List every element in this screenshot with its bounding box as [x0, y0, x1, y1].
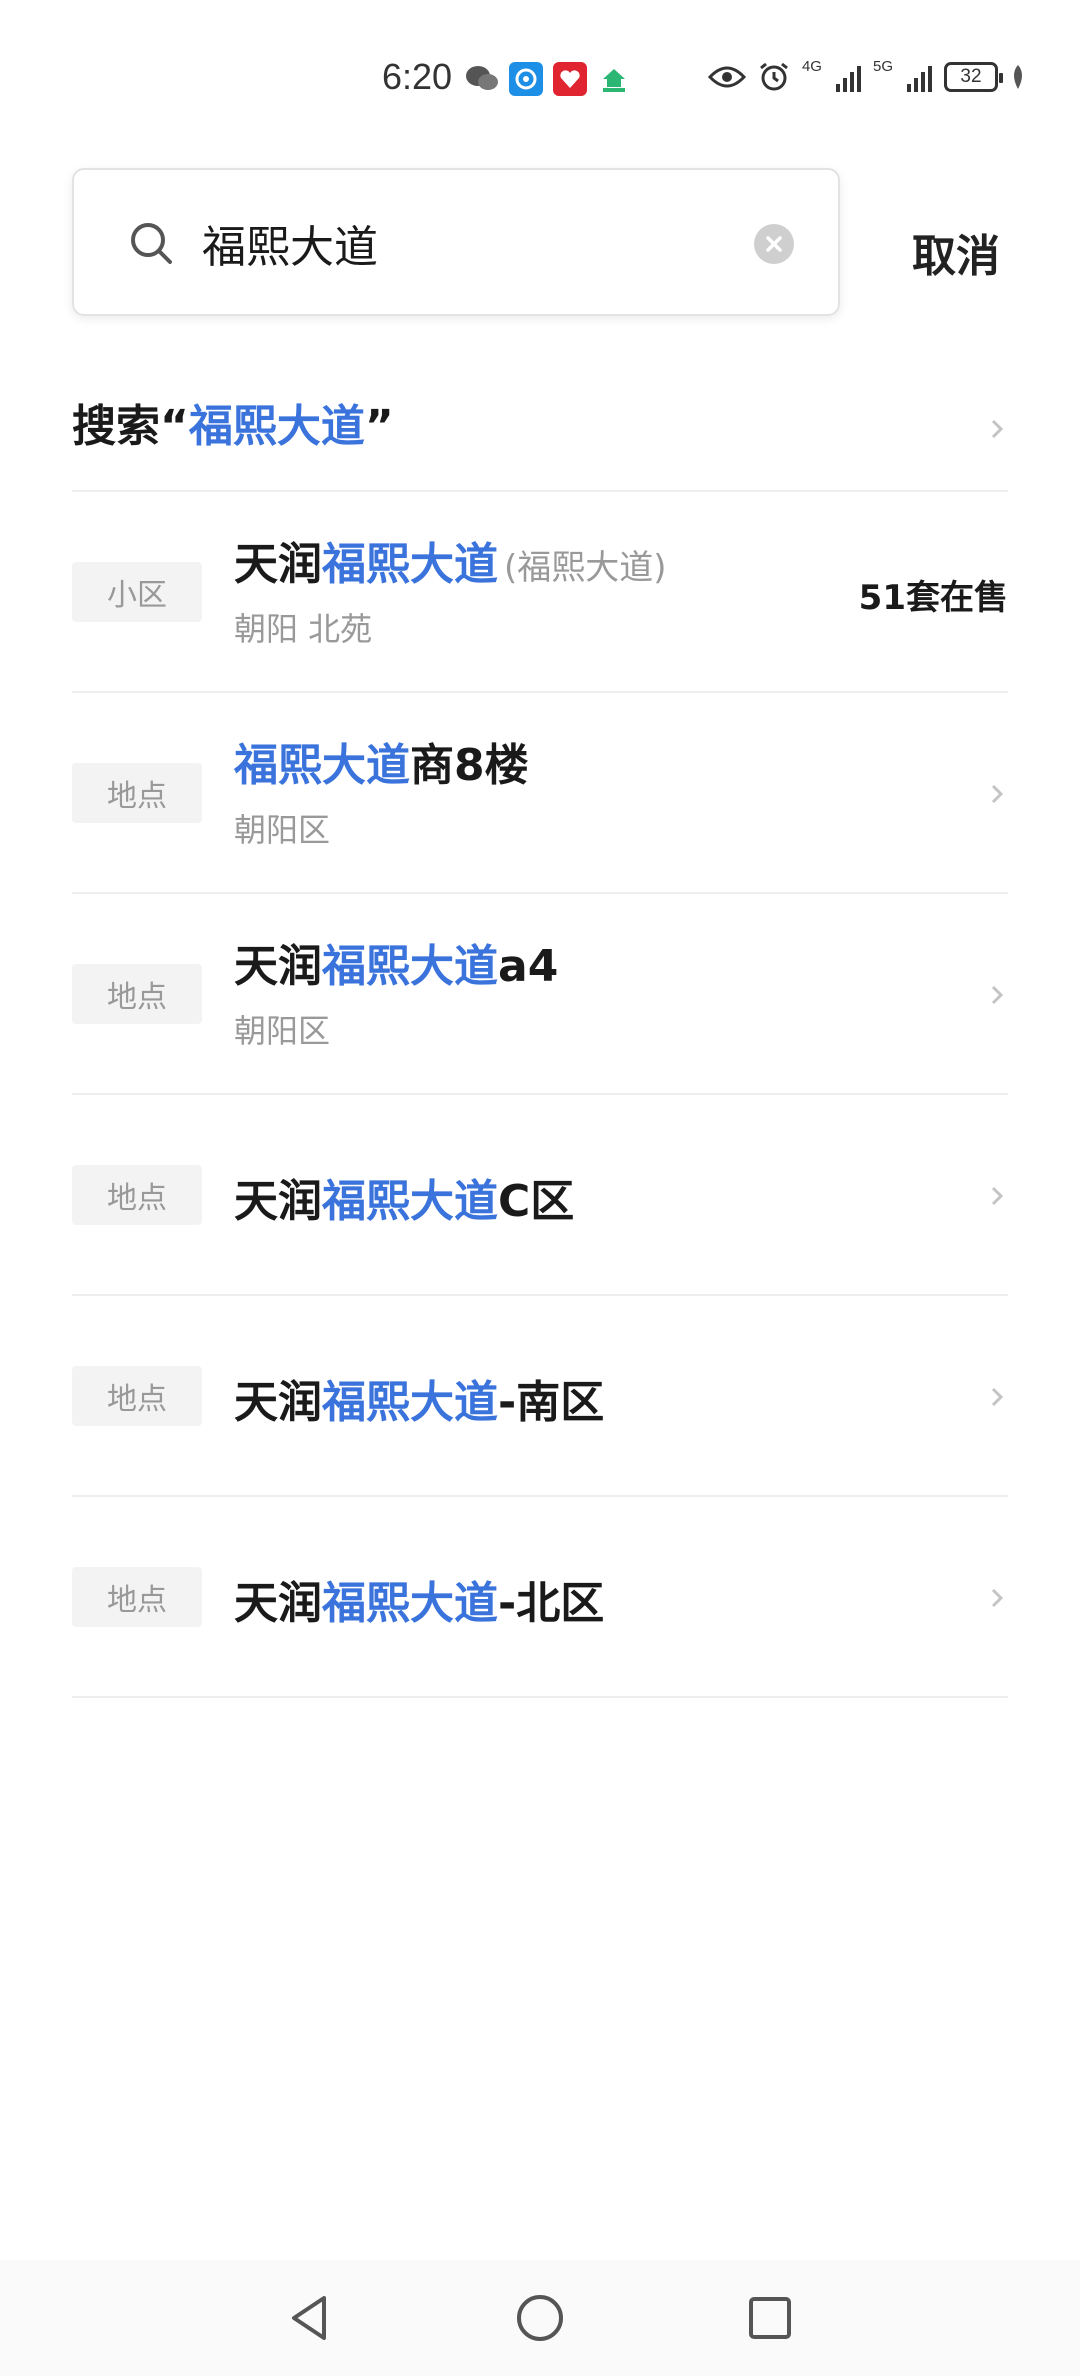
title-prefix: 天润 — [234, 1377, 322, 1428]
battery-icon: 32 — [944, 62, 1003, 92]
title-suffix: -北区 — [498, 1578, 605, 1629]
alarm-icon — [758, 58, 790, 96]
title-suffix: -南区 — [498, 1377, 605, 1428]
result-location: 朝阳区 — [234, 1012, 331, 1050]
title-keyword: 福熙大道 — [322, 1578, 498, 1629]
search-for-keyword: 福熙大道 — [188, 401, 365, 452]
title-prefix: 天润 — [234, 1176, 322, 1227]
title-prefix: 天润 — [234, 941, 322, 992]
category-tag: 地点 — [72, 964, 202, 1024]
category-tag: 小区 — [72, 562, 202, 622]
search-box[interactable] — [72, 168, 840, 316]
category-tag: 地点 — [72, 1366, 202, 1426]
cancel-button[interactable]: 取消 — [912, 220, 1000, 284]
wechat-icon — [465, 62, 499, 96]
list-item[interactable]: 地点 天润福熙大道C区 — [72, 1095, 1008, 1296]
search-input[interactable] — [202, 210, 722, 276]
title-prefix: 天润 — [234, 539, 322, 590]
clear-icon[interactable] — [754, 224, 794, 264]
status-time: 6:20 — [382, 56, 453, 97]
system-nav-bar — [0, 2260, 1080, 2376]
result-location: 朝阳区 — [234, 811, 331, 849]
title-keyword: 福熙大道 — [322, 1176, 498, 1227]
result-title: 福熙大道商8楼 — [234, 729, 529, 793]
result-location: 朝阳 北苑 — [234, 610, 373, 648]
app-c-icon — [509, 62, 543, 96]
list-item[interactable]: 地点 天润福熙大道-北区 — [72, 1497, 1008, 1698]
signal-1-label: 4G — [801, 58, 822, 75]
status-app-icons — [465, 62, 631, 96]
title-prefix: 天润 — [234, 1578, 322, 1629]
chevron-right-icon — [986, 1185, 1008, 1207]
list-item[interactable]: 地点 天润福熙大道-南区 — [72, 1296, 1008, 1497]
result-title: 天润福熙大道C区 — [234, 1165, 574, 1229]
list-item[interactable]: 小区 天润福熙大道 (福熙大道) 朝阳 北苑 51套在售 — [72, 492, 1008, 693]
result-title: 天润福熙大道a4 — [234, 930, 558, 994]
search-for-suffix: ” — [364, 401, 394, 452]
home-app-icon — [597, 62, 631, 96]
title-keyword: 福熙大道 — [234, 740, 410, 791]
listing-count: 51套在售 — [858, 578, 1008, 618]
chevron-right-icon — [986, 783, 1008, 805]
result-title: 天润福熙大道 (福熙大道) — [234, 528, 667, 592]
result-title: 天润福熙大道-北区 — [234, 1567, 604, 1631]
signal-2-icon — [907, 62, 932, 92]
category-tag: 地点 — [72, 763, 202, 823]
result-list: 小区 天润福熙大道 (福熙大道) 朝阳 北苑 51套在售 地点 福熙大道商8楼 朝… — [72, 492, 1008, 1698]
category-tag: 地点 — [72, 1567, 202, 1627]
signal-1-icon — [835, 62, 861, 92]
list-item[interactable]: 地点 天润福熙大道a4 朝阳区 — [72, 894, 1008, 1095]
home-icon[interactable] — [510, 2288, 570, 2348]
search-for-prefix: 搜索“ — [72, 401, 189, 452]
title-keyword: 福熙大道 — [322, 1377, 498, 1428]
title-keyword: 福熙大道 — [322, 941, 498, 992]
chevron-right-icon — [986, 1386, 1008, 1408]
result-title: 天润福熙大道-南区 — [234, 1366, 604, 1430]
title-suffix: 商8楼 — [410, 740, 529, 791]
result-alias: (福熙大道) — [504, 548, 667, 588]
status-bar: 6:20 4G 5G 32 — [0, 0, 1080, 160]
recents-icon[interactable] — [740, 2288, 800, 2348]
leaf-icon — [1010, 58, 1026, 96]
heart-app-icon — [553, 62, 587, 96]
signal-2-label: 5G — [872, 58, 893, 75]
list-item[interactable]: 地点 福熙大道商8楼 朝阳区 — [72, 693, 1008, 894]
back-icon[interactable] — [280, 2288, 340, 2348]
category-tag: 地点 — [72, 1165, 202, 1225]
chevron-right-icon — [986, 1587, 1008, 1609]
chevron-right-icon — [986, 418, 1008, 440]
status-indicators: 4G 5G 32 — [707, 58, 1026, 96]
title-keyword: 福熙大道 — [322, 539, 498, 590]
battery-level: 32 — [960, 66, 982, 87]
search-icon — [128, 220, 174, 266]
search-for-text: 搜索“福熙大道” — [72, 390, 394, 454]
eye-icon — [707, 58, 746, 96]
title-suffix: C区 — [498, 1176, 575, 1227]
search-for-row[interactable]: 搜索“福熙大道” — [72, 378, 1008, 492]
chevron-right-icon — [986, 984, 1008, 1006]
title-suffix: a4 — [498, 941, 559, 992]
